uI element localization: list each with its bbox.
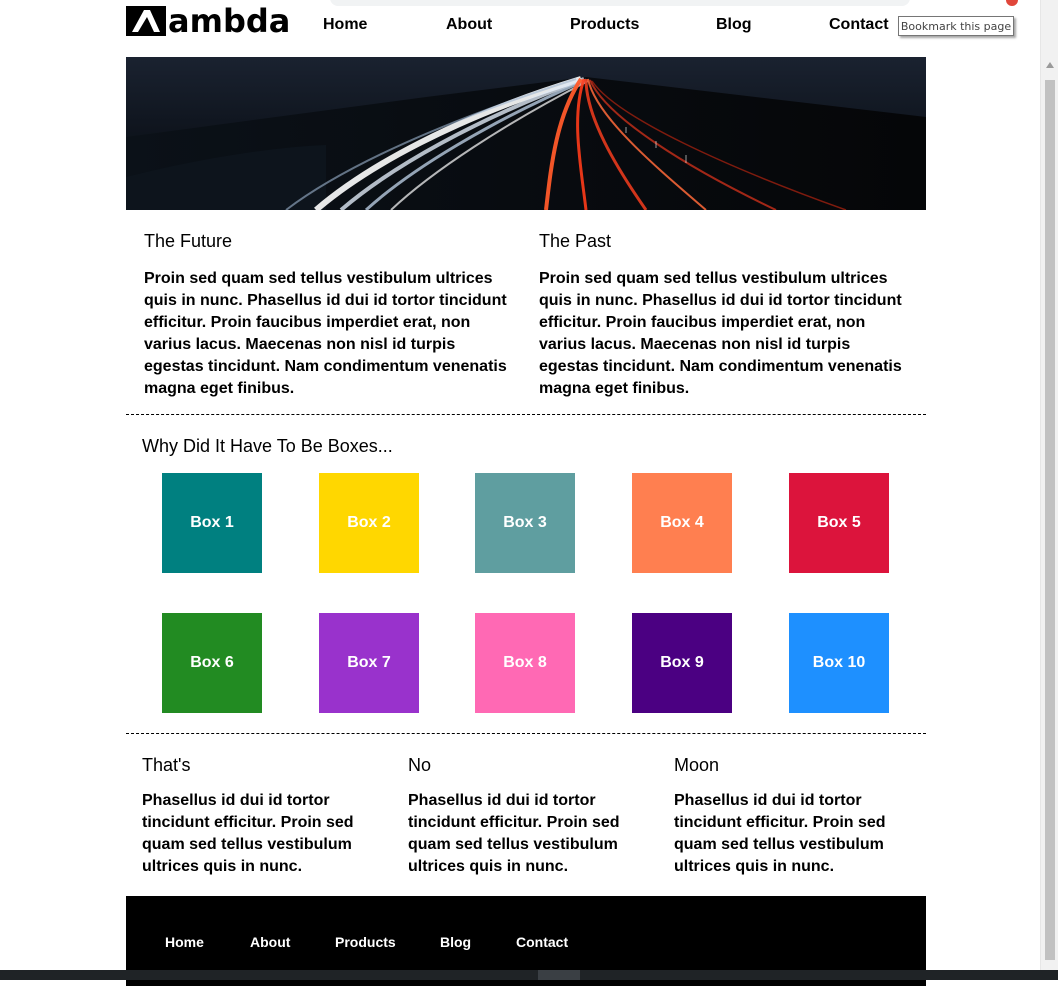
color-box: Box 8 <box>475 613 575 713</box>
column-card: Moon Phasellus id dui id tortor tincidun… <box>674 754 904 878</box>
scroll-up-icon[interactable] <box>1046 62 1054 68</box>
column-card: That's Phasellus id dui id tortor tincid… <box>142 754 372 878</box>
color-box: Box 1 <box>162 473 262 573</box>
color-box: Box 5 <box>789 473 889 573</box>
past-text: Proin sed quam sed tellus vestibulum ult… <box>539 270 902 397</box>
nav-blog[interactable]: Blog <box>716 16 752 34</box>
footer-link-contact[interactable]: Contact <box>516 934 568 950</box>
color-box: Box 9 <box>632 613 732 713</box>
color-box: Box 4 <box>632 473 732 573</box>
footer-link-products[interactable]: Products <box>335 934 396 950</box>
hero-image <box>126 57 926 210</box>
color-box: Box 2 <box>319 473 419 573</box>
future-column: The Future Proin sed quam sed tellus ves… <box>144 230 514 400</box>
past-column: The Past Proin sed quam sed tellus vesti… <box>539 230 909 400</box>
column-card: No Phasellus id dui id tortor tincidunt … <box>408 754 638 878</box>
color-box: Box 6 <box>162 613 262 713</box>
scrollbar[interactable] <box>1040 0 1058 970</box>
future-title: The Future <box>144 231 233 251</box>
nav-products[interactable]: Products <box>570 16 639 34</box>
column-text: Phasellus id dui id tortor tincidunt eff… <box>674 792 886 875</box>
boxes-title: Why Did It Have To Be Boxes... <box>142 436 393 456</box>
color-box: Box 7 <box>319 613 419 713</box>
footer-link-about[interactable]: About <box>250 934 290 950</box>
color-box: Box 10 <box>789 613 889 713</box>
footer-link-home[interactable]: Home <box>165 934 204 950</box>
taskbar <box>0 970 1058 980</box>
notification-icon[interactable] <box>1006 0 1018 6</box>
column-title: Moon <box>674 755 720 775</box>
column-text: Phasellus id dui id tortor tincidunt eff… <box>408 792 620 875</box>
column-title: No <box>408 755 432 775</box>
columns-section: That's Phasellus id dui id tortor tincid… <box>126 734 926 896</box>
column-title: That's <box>142 755 191 775</box>
column-text: Phasellus id dui id tortor tincidunt eff… <box>142 792 354 875</box>
header: ambda Home About Products Blog Contact <box>126 0 926 57</box>
future-text: Proin sed quam sed tellus vestibulum ult… <box>144 270 507 397</box>
boxes-section: Why Did It Have To Be Boxes... Box 1 Box … <box>126 415 926 733</box>
bookmark-tooltip: Bookmark this page <box>898 16 1014 36</box>
nav-about[interactable]: About <box>446 16 492 34</box>
intro-section: The Future Proin sed quam sed tellus ves… <box>126 210 926 414</box>
page: ambda Home About Products Blog Contact T… <box>126 0 926 986</box>
scrollbar-thumb[interactable] <box>1045 80 1055 960</box>
color-box: Box 3 <box>475 473 575 573</box>
nav-home[interactable]: Home <box>323 16 367 34</box>
main-nav: Home About Products Blog Contact <box>126 16 926 36</box>
taskbar-app-button[interactable] <box>538 970 580 980</box>
footer-link-blog[interactable]: Blog <box>440 934 471 950</box>
nav-contact[interactable]: Contact <box>829 16 889 34</box>
past-title: The Past <box>539 231 612 251</box>
